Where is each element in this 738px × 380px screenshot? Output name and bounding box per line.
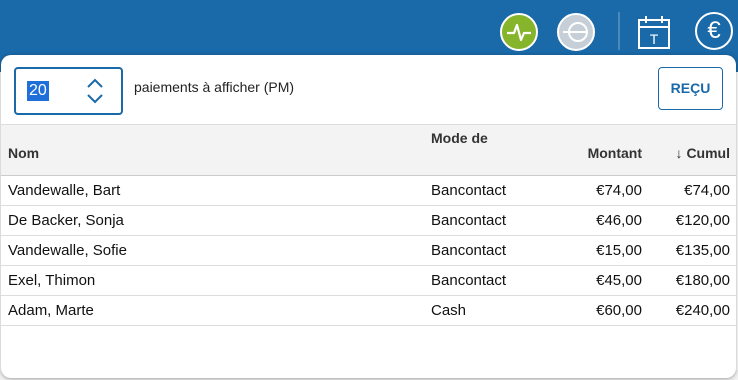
euro-icon[interactable]: € <box>695 12 733 50</box>
cell-mode: Bancontact <box>431 212 507 229</box>
table-row[interactable]: Adam, Marte Cash €60,00 €240,00 <box>1 296 736 326</box>
coin-icon[interactable] <box>557 13 595 51</box>
cell-mode: Cash <box>431 302 467 319</box>
cell-amount: €60,00 <box>596 302 642 319</box>
cell-cumulative: €74,00 <box>684 182 730 199</box>
header-divider <box>618 12 620 50</box>
table-header: Nom Mode de Montant ↓ Cumul <box>1 124 736 176</box>
cell-mode: Bancontact <box>431 242 507 259</box>
calendar-letter: T <box>650 31 659 47</box>
column-header-cumulative-label: Cumul <box>686 145 730 161</box>
sort-arrow-icon: ↓ <box>675 145 683 161</box>
pulse-icon-graphic <box>507 23 531 42</box>
table-row[interactable]: De Backer, Sonja Bancontact €46,00 €120,… <box>1 206 736 236</box>
calendar-icon-graphic: T <box>638 16 670 49</box>
cell-mode: Bancontact <box>431 182 507 199</box>
cell-cumulative: €135,00 <box>675 242 730 259</box>
cell-name: Vandewalle, Bart <box>8 182 121 199</box>
payment-count-stepper[interactable]: 20 <box>14 67 123 115</box>
table-row[interactable]: Vandewalle, Bart Bancontact €74,00 €74,0… <box>1 176 736 206</box>
coin-icon-graphic <box>563 22 588 42</box>
cell-name: Vandewalle, Sofie <box>8 242 127 259</box>
pulse-icon[interactable] <box>500 13 538 51</box>
cell-name: Adam, Marte <box>8 302 94 319</box>
cell-amount: €46,00 <box>596 212 642 229</box>
cell-cumulative: €240,00 <box>675 302 730 319</box>
cell-amount: €74,00 <box>596 182 642 199</box>
table-row[interactable]: Vandewalle, Sofie Bancontact €15,00 €135… <box>1 236 736 266</box>
column-header-mode[interactable]: Mode de <box>431 130 488 146</box>
column-header-name[interactable]: Nom <box>8 145 39 161</box>
cell-amount: €15,00 <box>596 242 642 259</box>
column-header-cumulative[interactable]: ↓ Cumul <box>676 145 730 161</box>
cell-cumulative: €180,00 <box>675 272 730 289</box>
calendar-icon[interactable]: T <box>636 14 672 50</box>
payments-table-body: Vandewalle, Bart Bancontact €74,00 €74,0… <box>1 176 736 326</box>
cell-mode: Bancontact <box>431 272 507 289</box>
table-row[interactable]: Exel, Thimon Bancontact €45,00 €180,00 <box>1 266 736 296</box>
stepper-arrows-icon[interactable] <box>83 77 107 105</box>
cell-name: De Backer, Sonja <box>8 212 124 229</box>
column-header-amount[interactable]: Montant <box>588 145 642 161</box>
payments-panel: 20 paiements à afficher (PM) REÇU Nom Mo… <box>1 55 736 378</box>
receipt-button[interactable]: REÇU <box>658 67 723 110</box>
payment-count-value[interactable]: 20 <box>27 81 49 101</box>
payment-count-label: paiements à afficher (PM) <box>134 79 295 95</box>
cell-cumulative: €120,00 <box>675 212 730 229</box>
cell-name: Exel, Thimon <box>8 272 96 289</box>
cell-amount: €45,00 <box>596 272 642 289</box>
